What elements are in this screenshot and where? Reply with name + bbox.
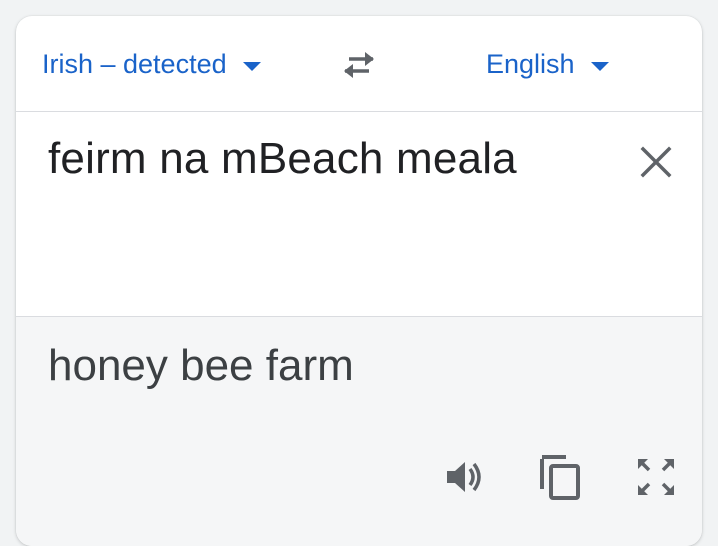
swap-languages-button[interactable] (334, 44, 384, 86)
chevron-down-icon (590, 61, 609, 71)
source-text[interactable]: feirm na mBeach meala (48, 134, 517, 184)
target-language-label: English (486, 48, 575, 79)
target-language-selector[interactable]: English (486, 44, 609, 84)
listen-button[interactable] (438, 451, 490, 503)
translated-text: honey bee farm (48, 341, 354, 390)
language-bar: Irish – detected English (16, 16, 702, 112)
source-language-selector[interactable]: Irish – detected (42, 44, 261, 84)
fullscreen-icon (638, 459, 674, 495)
clear-button[interactable] (636, 142, 676, 182)
translation-output-area: honey bee farm (16, 317, 702, 546)
translate-card: Irish – detected English feirm na mBeach… (16, 16, 702, 546)
copy-icon (540, 455, 580, 500)
copy-button[interactable] (534, 451, 586, 503)
source-text-area[interactable]: feirm na mBeach meala (16, 112, 702, 317)
close-icon (640, 146, 672, 178)
chevron-down-icon (242, 61, 261, 71)
speaker-icon (447, 462, 481, 492)
source-language-label: Irish – detected (42, 48, 227, 79)
swap-arrows-icon (344, 52, 374, 78)
fullscreen-button[interactable] (630, 451, 682, 503)
